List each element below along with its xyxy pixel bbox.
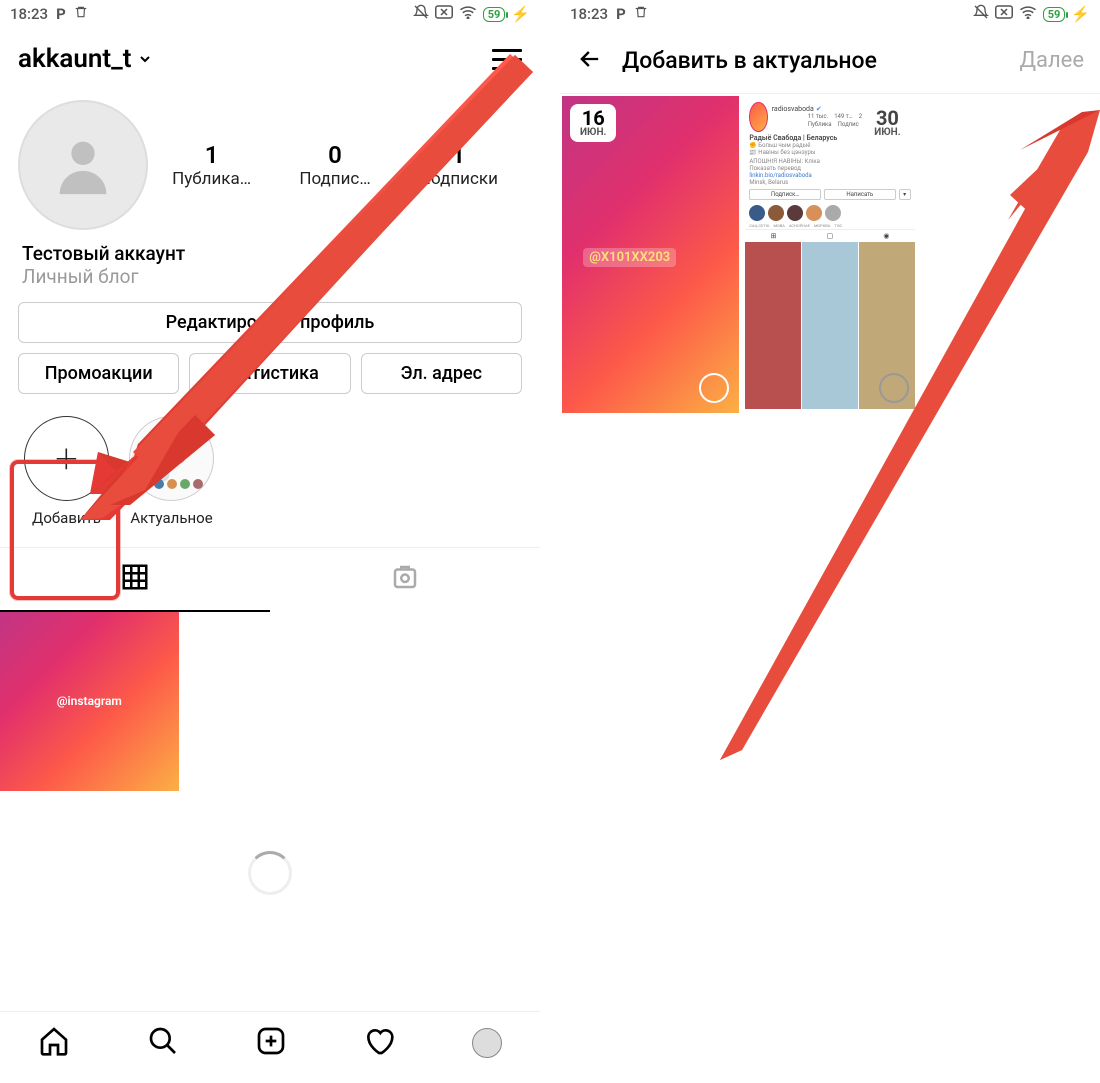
edit-profile-button[interactable]: Редактировать профиль bbox=[18, 302, 522, 343]
story-thumb-2[interactable]: radiosvaboda ✔ 11 тыс. 149 т… 2 242 Публ… bbox=[741, 96, 918, 413]
search-icon bbox=[147, 1025, 179, 1057]
tab-profile[interactable] bbox=[472, 1028, 502, 1058]
person-icon bbox=[48, 130, 118, 200]
loading-spinner bbox=[248, 851, 292, 895]
post-caption: @instagram bbox=[57, 694, 122, 708]
highlight-add[interactable]: + Добавить bbox=[24, 416, 109, 527]
bell-off-icon bbox=[413, 4, 429, 24]
story-thumb-1[interactable]: 16 июн. @X101XX203 bbox=[562, 96, 739, 413]
stories-grid: 16 июн. @X101XX203 radiosvaboda ✔ 11 тыс… bbox=[560, 94, 1100, 415]
story-date-badge-2: 30 ИЮН. bbox=[864, 104, 910, 142]
charging-icon-r: ⚡ bbox=[1071, 5, 1090, 23]
highlight-add-label: Добавить bbox=[24, 509, 109, 527]
p-icon: P bbox=[56, 5, 66, 23]
screen-title: Добавить в актуальное bbox=[622, 47, 1001, 74]
arrow-left-icon bbox=[576, 45, 604, 73]
stats-button[interactable]: Статистика bbox=[189, 353, 350, 394]
add-highlight-header: Добавить в актуальное Далее bbox=[560, 28, 1100, 94]
tab-activity[interactable] bbox=[363, 1025, 395, 1061]
chevron-down-icon bbox=[137, 51, 153, 67]
bottom-tabbar bbox=[0, 1011, 540, 1073]
home-icon bbox=[38, 1025, 70, 1057]
username-text: akkaunt_t bbox=[18, 44, 131, 74]
profile-header: akkaunt_t bbox=[0, 28, 540, 90]
profile-stats-row: 1 Публика… 0 Подпис… 1 Подписки bbox=[0, 90, 540, 230]
trash-icon bbox=[74, 5, 88, 23]
grid-icon bbox=[120, 562, 150, 592]
heart-icon bbox=[363, 1025, 395, 1057]
tab-tagged[interactable] bbox=[270, 548, 540, 612]
trash-icon-r bbox=[634, 5, 648, 23]
wifi-icon-r bbox=[1019, 5, 1037, 23]
stat-posts[interactable]: 1 Публика… bbox=[172, 141, 251, 189]
x-box-icon-r bbox=[995, 5, 1013, 23]
profile-category: Личный блог bbox=[22, 265, 518, 288]
bell-off-icon-r bbox=[973, 4, 989, 24]
feed-post-1[interactable]: @instagram bbox=[0, 612, 179, 791]
tab-add[interactable] bbox=[255, 1025, 287, 1061]
phone-left: 18:23 P 59 ⚡ akkaunt_t bbox=[0, 0, 540, 1083]
profile-tabs bbox=[0, 547, 540, 612]
stat-following[interactable]: 1 Подписки bbox=[419, 141, 498, 189]
tagged-icon bbox=[390, 562, 420, 592]
tab-home[interactable] bbox=[38, 1025, 70, 1061]
email-button[interactable]: Эл. адрес bbox=[361, 353, 522, 394]
next-button[interactable]: Далее bbox=[1019, 48, 1084, 73]
promo-button[interactable]: Промоакции bbox=[18, 353, 179, 394]
back-button[interactable] bbox=[576, 45, 604, 77]
story-mention: @X101XX203 bbox=[583, 248, 676, 267]
highlight-thumb bbox=[129, 416, 214, 501]
verified-icon: ✔ bbox=[816, 105, 822, 113]
status-bar-r: 18:23 P 59 ⚡ bbox=[560, 0, 1100, 28]
plus-icon: + bbox=[24, 416, 109, 501]
charging-icon: ⚡ bbox=[511, 5, 530, 23]
phone-right: 18:23 P 59 ⚡ Добавить в актуальное Далее… bbox=[560, 0, 1100, 1083]
mini-avatar bbox=[749, 102, 767, 132]
profile-bio: Тестовый аккаунт Личный блог bbox=[0, 230, 540, 292]
highlight-actual-label: Актуальное bbox=[129, 509, 214, 527]
stat-followers[interactable]: 0 Подпис… bbox=[299, 141, 370, 189]
battery-indicator: 59 bbox=[483, 7, 506, 22]
status-time: 18:23 bbox=[10, 5, 48, 23]
username-dropdown[interactable]: akkaunt_t bbox=[18, 44, 153, 74]
mini-handle: radiosvaboda bbox=[772, 105, 814, 113]
battery-indicator-r: 59 bbox=[1043, 7, 1066, 22]
feed-grid: @instagram bbox=[0, 612, 540, 791]
profile-name: Тестовый аккаунт bbox=[22, 242, 518, 265]
status-bar: 18:23 P 59 ⚡ bbox=[0, 0, 540, 28]
story-date-badge-1: 16 июн. bbox=[570, 104, 616, 142]
mini-profile-preview: radiosvaboda ✔ 11 тыс. 149 т… 2 242 Публ… bbox=[745, 100, 914, 409]
status-time-r: 18:23 bbox=[570, 5, 608, 23]
wifi-icon bbox=[459, 5, 477, 23]
p-icon-r: P bbox=[616, 5, 626, 23]
selection-circle-1 bbox=[699, 373, 729, 403]
x-box-icon bbox=[435, 5, 453, 23]
tab-grid[interactable] bbox=[0, 548, 270, 612]
highlight-actual[interactable]: Актуальное bbox=[129, 416, 214, 527]
hamburger-menu-icon[interactable] bbox=[492, 49, 522, 70]
selection-circle-2 bbox=[879, 373, 909, 403]
highlights-row: + Добавить Актуальное bbox=[0, 404, 540, 539]
add-post-icon bbox=[255, 1025, 287, 1057]
tab-search[interactable] bbox=[147, 1025, 179, 1061]
profile-avatar[interactable] bbox=[18, 100, 148, 230]
